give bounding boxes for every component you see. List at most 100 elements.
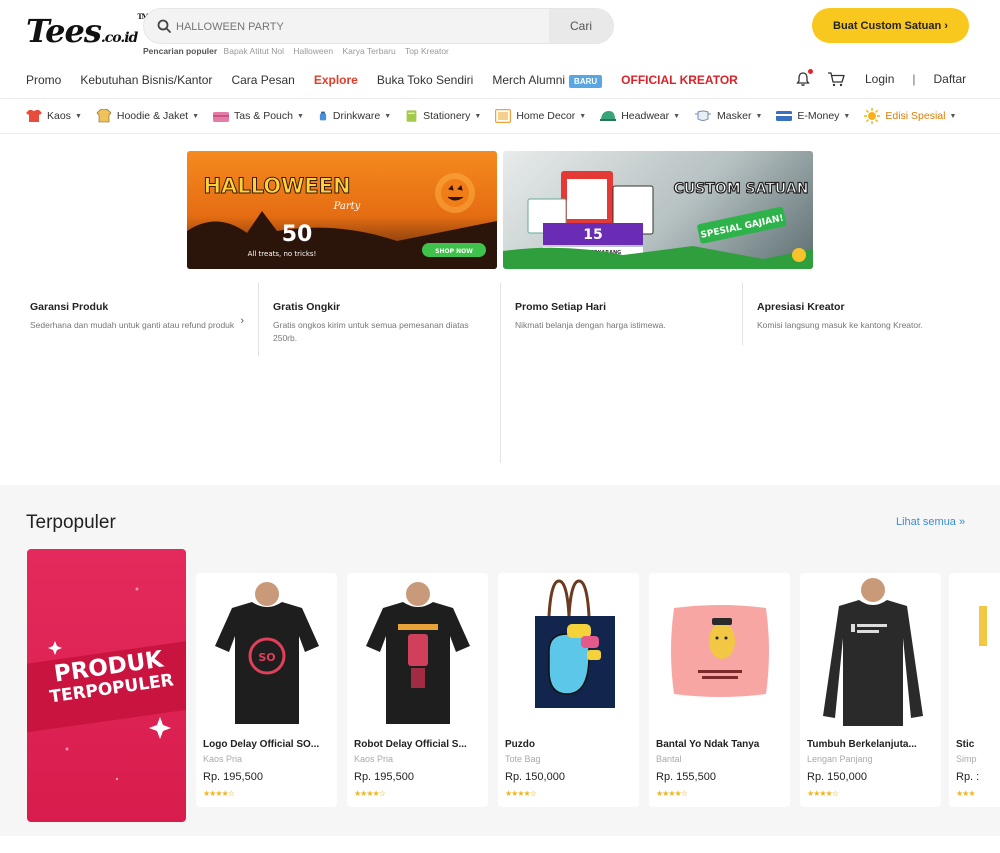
nav-merch-alumni[interactable]: Merch Alumni BARU <box>492 73 603 88</box>
category-label: Hoodie & Jaket <box>116 110 189 122</box>
category-stationery[interactable]: Stationery ▼ <box>405 109 481 123</box>
nav-explore[interactable]: Explore <box>314 73 358 87</box>
category-kaos[interactable]: Kaos ▼ <box>26 109 82 123</box>
chevron-down-icon: ▼ <box>474 112 482 120</box>
account-nav: Login | Daftar <box>795 69 966 89</box>
product-image <box>347 573 488 728</box>
nav-promo[interactable]: Promo <box>26 73 61 87</box>
benefit-daily-promo: Promo Setiap Hari Nikmati belanja dengan… <box>500 283 742 463</box>
popular-products-section: Terpopuler Lihat semua » PRODUK TERPOPUL… <box>0 485 1000 853</box>
search-button[interactable]: Cari <box>549 9 613 43</box>
logo-suffix: .co.id <box>100 30 138 46</box>
halloween-discount: 50 <box>282 222 313 247</box>
card-icon <box>776 111 793 121</box>
category-headwear[interactable]: Headwear ▼ <box>600 109 680 123</box>
svg-text:SO: SO <box>258 651 275 664</box>
category-label: Tas & Pouch <box>234 110 293 122</box>
notification-button[interactable] <box>795 69 813 87</box>
benefit-description: Sederhana dan mudah untuk ganti atau ref… <box>30 320 235 330</box>
benefit-description: Nikmati belanja dengan harga istimewa. <box>515 320 666 330</box>
login-link[interactable]: Login <box>865 72 894 86</box>
bag-icon <box>213 112 230 122</box>
halloween-tagline: All treats, no tricks! <box>248 250 317 258</box>
category-label: Stationery <box>423 110 471 122</box>
product-name: Stic <box>956 739 975 750</box>
product-card[interactable]: SO Logo Delay Official SO... Kaos Pria R… <box>196 573 337 807</box>
popular-search-item[interactable]: Halloween <box>293 46 333 56</box>
popular-search-item[interactable]: Karya Terbaru <box>342 46 395 56</box>
halloween-title: HALLOWEEN <box>203 174 350 198</box>
benefits-row: Garansi Produk Sederhana dan mudah untuk… <box>16 283 984 463</box>
popular-searches-label: Pencarian populer <box>143 46 218 56</box>
search-icon <box>157 19 171 33</box>
chevron-down-icon: ▼ <box>384 112 392 120</box>
benefit-description: Gratis ongkos kirim untuk semua pemesana… <box>273 320 469 343</box>
halloween-subtitle: Party <box>333 201 361 212</box>
product-card[interactable]: Puzdo Tote Bag Rp. 150,000 ★★★★☆ <box>498 573 639 807</box>
popular-search-item[interactable]: Top Kreator <box>405 46 449 56</box>
product-category: Kaos Pria <box>203 754 243 764</box>
cart-icon[interactable] <box>827 71 845 87</box>
category-label: Home Decor <box>516 110 576 122</box>
see-all-link[interactable]: Lihat semua » <box>896 516 965 528</box>
category-hoodie[interactable]: Hoodie & Jaket ▼ <box>96 109 199 123</box>
site-header: Tees.co.idTM Cari Pencarian populer Bapa… <box>0 0 1000 98</box>
halloween-illustration: SHOP NOW HALLOWEEN Party 50 All treats, … <box>187 173 497 269</box>
custom-satuan-title: CUSTOM SATUAN <box>674 181 809 197</box>
chevron-down-icon: ▼ <box>949 112 957 120</box>
category-label: Kaos <box>47 110 71 122</box>
category-label: Edisi Spesial <box>885 110 946 122</box>
benefit-product-guarantee[interactable]: Garansi Produk Sederhana dan mudah untuk… <box>16 283 258 463</box>
category-e-money[interactable]: E-Money ▼ <box>776 109 850 123</box>
nav-business[interactable]: Kebutuhan Bisnis/Kantor <box>80 73 212 87</box>
product-category: Lengan Panjang <box>807 754 873 764</box>
popular-promo-card[interactable]: PRODUK TERPOPULER <box>27 549 186 822</box>
product-price: Rp. 155,500 <box>656 771 716 783</box>
tees-logo[interactable]: Tees.co.idTM <box>26 12 149 50</box>
register-link[interactable]: Daftar <box>934 72 967 86</box>
notebook-icon <box>406 110 417 122</box>
benefit-description: Komisi langsung masuk ke kantong Kreator… <box>757 320 923 330</box>
category-home-decor[interactable]: Home Decor ▼ <box>495 109 586 123</box>
category-bags[interactable]: Tas & Pouch ▼ <box>213 109 304 123</box>
product-card[interactable]: Tumbuh Berkelanjuta... Lengan Panjang Rp… <box>800 573 941 807</box>
nav-open-store[interactable]: Buka Toko Sendiri <box>377 73 474 87</box>
category-special-edition[interactable]: Edisi Spesial ▼ <box>864 108 956 124</box>
nav-how-to-order[interactable]: Cara Pesan <box>231 73 294 87</box>
tshirt-icon <box>26 110 42 122</box>
custom-satuan-banner[interactable]: 15 CUSTOM SEKARANG CUSTOM SATUAN SPESIAL… <box>503 151 813 269</box>
notification-dot <box>808 69 813 74</box>
custom-discount: 15 <box>583 227 602 243</box>
product-image <box>498 573 639 728</box>
product-card[interactable]: Bantal Yo Ndak Tanya Bantal Rp. 155,500 … <box>649 573 790 807</box>
custom-order-button[interactable]: Buat Custom Satuan › <box>812 8 969 43</box>
product-card[interactable]: Robot Delay Official S... Kaos Pria Rp. … <box>347 573 488 807</box>
product-card[interactable]: Stic Simp Rp. : ★★★ <box>949 573 1000 807</box>
category-label: Drinkware <box>332 110 381 122</box>
bottle-icon <box>319 111 327 121</box>
hoodie-icon <box>96 109 112 123</box>
category-masks[interactable]: Masker ▼ <box>694 109 762 123</box>
benefit-title: Garansi Produk <box>30 301 109 313</box>
product-category: Simp <box>956 754 977 764</box>
star-rating: ★★★★☆ <box>203 789 235 798</box>
star-rating: ★★★★☆ <box>505 789 537 798</box>
benefit-creator-appreciation: Apresiasi Kreator Komisi langsung masuk … <box>742 283 984 345</box>
popular-search-item[interactable]: Bapak Atitut Nol <box>224 46 284 56</box>
star-rating: ★★★ <box>956 789 975 798</box>
category-drinkware[interactable]: Drinkware ▼ <box>318 109 391 123</box>
product-image <box>949 573 1000 728</box>
search-input[interactable] <box>176 16 556 38</box>
nav-separator: | <box>912 72 916 86</box>
product-image <box>649 573 790 728</box>
category-bar: Kaos ▼ Hoodie & Jaket ▼ Tas & Pouch ▼ Drink… <box>0 98 1000 134</box>
frame-icon <box>495 109 512 123</box>
benefit-free-shipping: Gratis Ongkir Gratis ongkos kirim untuk … <box>258 283 500 356</box>
search-bar: Cari <box>143 8 614 44</box>
nav-official-creator[interactable]: OFFICIAL KREATOR <box>621 73 738 87</box>
sun-icon <box>864 108 881 124</box>
benefit-title: Gratis Ongkir <box>273 301 341 313</box>
halloween-banner[interactable]: SHOP NOW HALLOWEEN Party 50 All treats, … <box>187 151 497 269</box>
section-title: Terpopuler <box>26 512 116 533</box>
popular-searches: Pencarian populer Bapak Atitut Nol Hallo… <box>143 46 456 56</box>
